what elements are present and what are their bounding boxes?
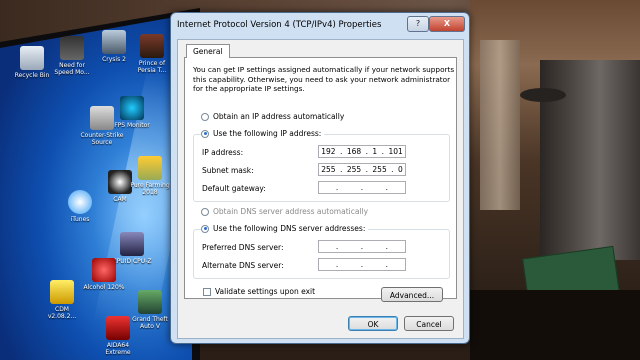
itunes-icon	[68, 190, 92, 214]
advanced-button[interactable]: Advanced...	[381, 287, 443, 302]
general-tab-panel: You can get IP settings assigned automat…	[184, 57, 457, 302]
prince-of-persia-icon	[140, 34, 164, 58]
desktop-icon-fps-monitor[interactable]: FPS Monitor	[110, 96, 154, 129]
ip-address-field[interactable]: 192. 168. 1. 101	[318, 145, 406, 158]
crysis-icon	[102, 30, 126, 54]
radio-ip-auto-label: Obtain an IP address automatically	[213, 112, 345, 121]
curtain	[480, 40, 520, 210]
ipv4-properties-dialog: Internet Protocol Version 4 (TCP/IPv4) P…	[170, 12, 470, 344]
dialog-title: Internet Protocol Version 4 (TCP/IPv4) P…	[177, 20, 382, 30]
radio-ip-manual-label: Use the following IP address:	[213, 129, 322, 138]
subnet-mask-field[interactable]: 255. 255. 255. 0	[318, 163, 406, 176]
nfs-icon	[60, 36, 84, 60]
desktop-icon-aida64[interactable]: AIDA64 Extreme	[96, 316, 140, 356]
title-bar[interactable]: Internet Protocol Version 4 (TCP/IPv4) P…	[171, 13, 469, 37]
preferred-dns-field[interactable]: ...	[318, 240, 406, 253]
ok-button[interactable]: OK	[348, 316, 398, 331]
radio-ip-auto[interactable]: Obtain an IP address automatically	[201, 112, 344, 121]
desktop-icon-itunes[interactable]: iTunes	[58, 190, 102, 223]
aida64-icon	[106, 316, 130, 340]
checkbox-box	[203, 287, 211, 296]
radio-dot-selected	[201, 129, 209, 138]
ip-address-group: IP address: 192. 168. 1. 101 Subnet mask: 2…	[193, 134, 450, 202]
default-gateway-label: Default gateway:	[202, 184, 266, 193]
radio-dns-auto[interactable]: Obtain DNS server address automatically	[201, 207, 368, 216]
radio-dot	[201, 207, 209, 216]
intro-text: You can get IP settings assigned automat…	[193, 65, 455, 93]
help-button[interactable]: ?	[407, 16, 429, 32]
desktop-icon-alcohol[interactable]: Alcohol 120%	[82, 258, 126, 291]
close-button[interactable]: X	[429, 16, 465, 32]
fps-monitor-icon	[120, 96, 144, 120]
dns-group: Preferred DNS server: ... Alternate DNS …	[193, 229, 450, 279]
pure-farming-icon	[138, 156, 162, 180]
radio-dns-manual-label: Use the following DNS server addresses:	[213, 224, 366, 233]
tab-general[interactable]: General	[186, 44, 230, 58]
alternate-dns-label: Alternate DNS server:	[202, 261, 284, 270]
radio-dns-manual[interactable]: Use the following DNS server addresses:	[201, 224, 369, 233]
desktop-icon-prince-of-persia[interactable]: Prince of Persia T...	[130, 34, 174, 74]
alternate-dns-field[interactable]: ...	[318, 258, 406, 271]
cdm-icon	[50, 280, 74, 304]
alcohol-icon	[92, 258, 116, 282]
desktop-icon-cdm[interactable]: CDM v2.08.2...	[40, 280, 84, 320]
cpuz-icon	[120, 232, 144, 256]
desktop-icon-recycle-bin[interactable]: Recycle Bin	[10, 46, 54, 79]
subnet-mask-label: Subnet mask:	[202, 166, 254, 175]
validate-settings-checkbox[interactable]: Validate settings upon exit	[203, 287, 315, 296]
dialog-client: General You can get IP settings assigned…	[177, 39, 464, 339]
cancel-button[interactable]: Cancel	[404, 316, 454, 331]
default-gateway-field[interactable]: ...	[318, 181, 406, 194]
preferred-dns-label: Preferred DNS server:	[202, 243, 284, 252]
desktop-icon-nfs[interactable]: Need for Speed Mo...	[50, 36, 94, 76]
radio-dot-selected	[201, 224, 209, 233]
validate-settings-label: Validate settings upon exit	[215, 287, 316, 296]
desktop: Recycle Bin Need for Speed Mo... Crysis …	[0, 14, 192, 360]
desktop-icon-pure-farming[interactable]: Pure Farming 2018	[128, 156, 172, 196]
recycle-bin-icon	[20, 46, 44, 70]
mouse	[520, 88, 566, 102]
ip-address-label: IP address:	[202, 148, 244, 157]
gta5-icon	[138, 290, 162, 314]
floor	[470, 290, 640, 360]
radio-ip-manual[interactable]: Use the following IP address:	[201, 129, 325, 138]
radio-dot	[201, 112, 209, 121]
radio-dns-auto-label: Obtain DNS server address automatically	[213, 207, 369, 216]
